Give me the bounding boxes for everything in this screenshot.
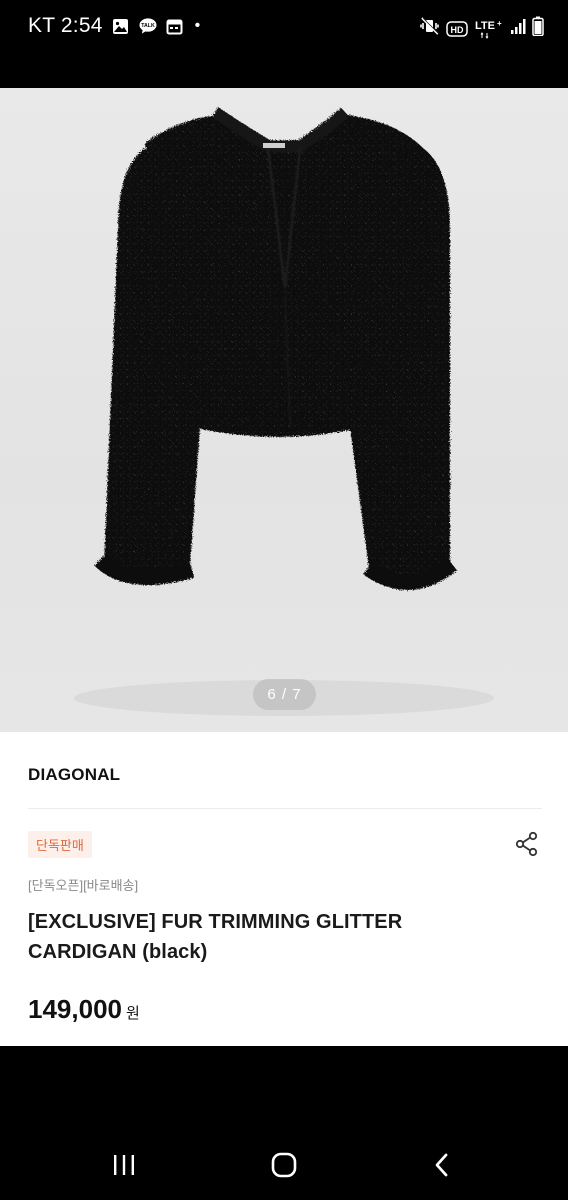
divider bbox=[28, 808, 542, 809]
product-info: DIAGONAL 단독판매 [단독오픈][바로배송] [EXCLUSIVE] F… bbox=[0, 732, 568, 1046]
product-tags: [단독오픈][바로배송] bbox=[28, 878, 139, 893]
exclusive-badge: 단독판매 bbox=[28, 831, 92, 858]
back-button[interactable] bbox=[422, 1150, 462, 1184]
status-right: HD LTE + bbox=[420, 16, 544, 41]
home-icon bbox=[270, 1151, 298, 1184]
price-row: 149,000 원 bbox=[28, 994, 140, 1025]
product-photo bbox=[74, 107, 494, 716]
image-pager: 6 / 7 bbox=[253, 679, 316, 710]
home-button[interactable] bbox=[264, 1150, 304, 1184]
clock: 2:54 bbox=[60, 14, 103, 37]
lte-icon: LTE + bbox=[474, 18, 504, 40]
hd-icon: HD bbox=[446, 20, 468, 38]
svg-text:LTE: LTE bbox=[475, 20, 495, 32]
product-price: 149,000 bbox=[28, 994, 122, 1024]
carrier-label: KT 2:54 bbox=[28, 14, 103, 37]
signal-icon bbox=[510, 17, 526, 40]
mute-vibrate-icon bbox=[420, 17, 440, 40]
share-button[interactable] bbox=[510, 829, 544, 863]
brand-name[interactable]: DIAGONAL bbox=[28, 765, 120, 785]
recents-button[interactable] bbox=[104, 1150, 144, 1184]
svg-text:HD: HD bbox=[451, 25, 464, 35]
badge-label: 단독판매 bbox=[36, 838, 84, 853]
calendar-icon bbox=[166, 17, 184, 35]
gallery-icon bbox=[112, 17, 130, 35]
product-title: [EXCLUSIVE] FUR TRIMMING GLITTER CARDIGA… bbox=[28, 907, 528, 967]
product-image-gallery[interactable]: 6 / 7 bbox=[0, 88, 568, 732]
svg-text:TALK: TALK bbox=[141, 23, 155, 29]
pager-label: 6 / 7 bbox=[267, 686, 302, 703]
status-left: KT 2:54 TALK • bbox=[28, 14, 200, 38]
recents-icon bbox=[111, 1153, 137, 1182]
battery-icon bbox=[532, 16, 544, 41]
product-title-line-1: [EXCLUSIVE] FUR TRIMMING GLITTER bbox=[28, 911, 403, 933]
notification-dot: • bbox=[194, 17, 201, 34]
share-icon bbox=[514, 831, 540, 862]
currency-label: 원 bbox=[125, 1005, 140, 1022]
back-icon bbox=[431, 1152, 453, 1183]
svg-text:+: + bbox=[497, 19, 502, 28]
product-title-line-2: CARDIGAN (black) bbox=[28, 941, 208, 963]
talk-icon: TALK bbox=[139, 17, 157, 35]
status-bar: KT 2:54 TALK • HD LTE + bbox=[0, 0, 568, 88]
